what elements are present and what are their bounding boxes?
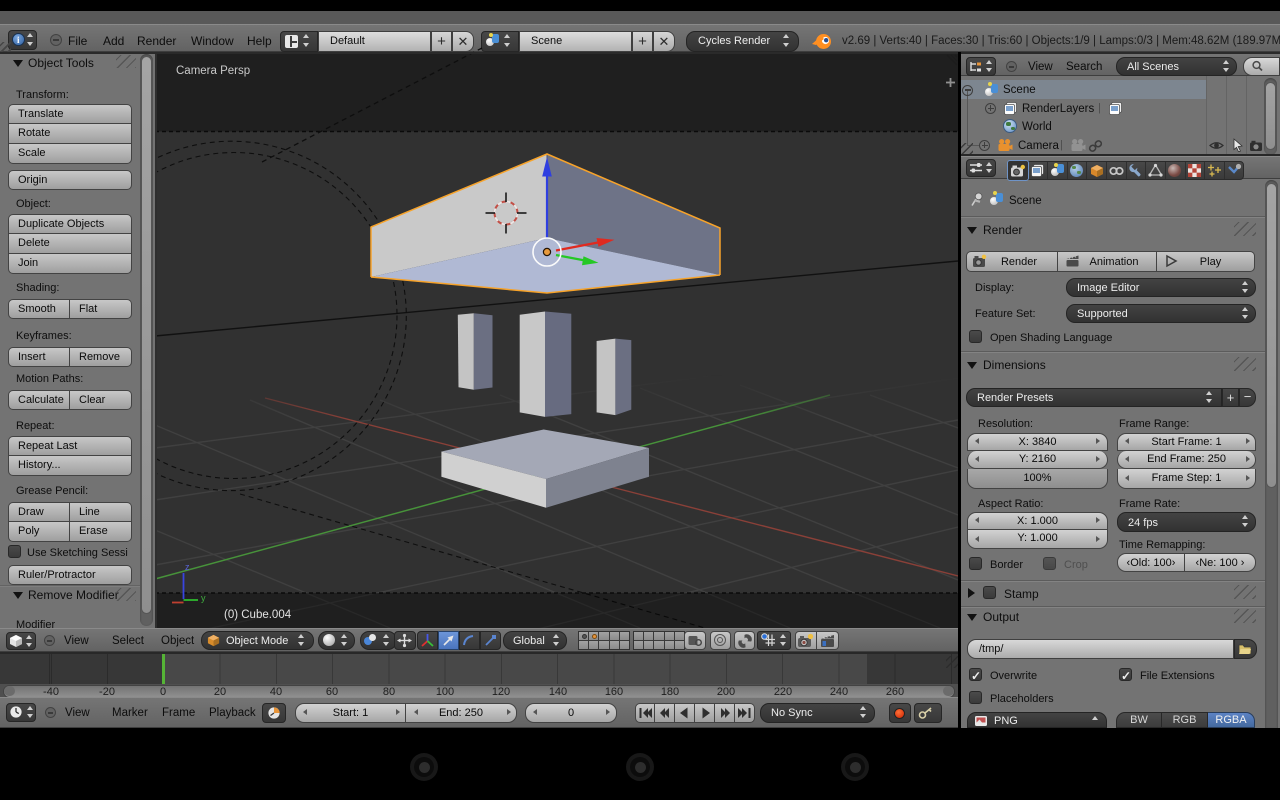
svg-text:(0) Cube.004: (0) Cube.004 — [224, 609, 292, 621]
svg-text:y: y — [201, 593, 206, 603]
svg-text:z: z — [185, 562, 190, 572]
svg-text:Camera Persp: Camera Persp — [176, 65, 250, 77]
